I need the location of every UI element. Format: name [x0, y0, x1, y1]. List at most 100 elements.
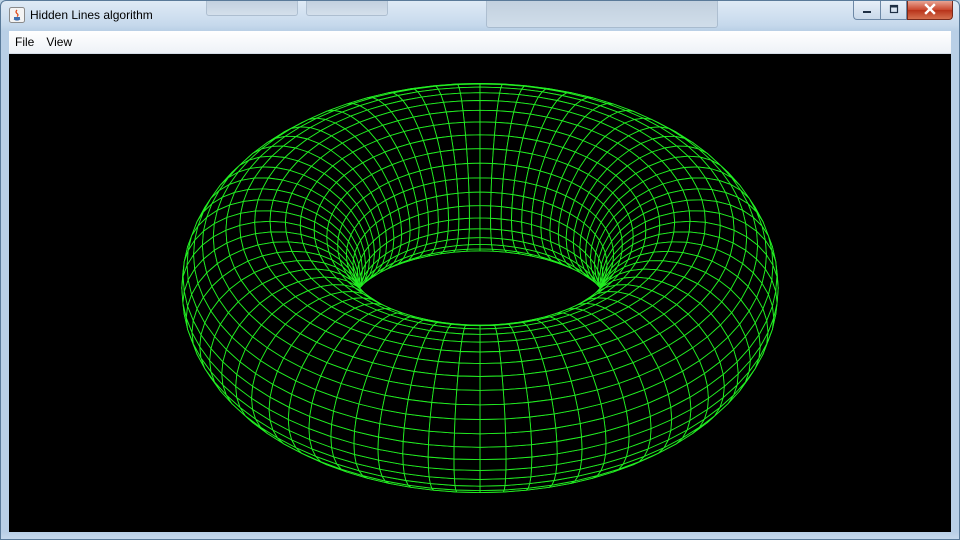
torus-face — [448, 121, 466, 137]
torus-face — [461, 333, 481, 343]
torus-face — [467, 162, 481, 179]
minimize-button[interactable] — [853, 1, 880, 20]
torus-face — [686, 199, 705, 212]
torus-face — [458, 86, 481, 94]
torus-face — [458, 351, 481, 365]
torus-face — [463, 121, 481, 136]
torus-face — [490, 177, 504, 194]
torus-face — [457, 228, 470, 240]
torus-face — [479, 446, 507, 461]
close-icon — [924, 3, 936, 17]
torus-face — [453, 469, 481, 480]
torus-face — [447, 206, 460, 221]
torus-face — [491, 163, 506, 180]
torus-face — [500, 361, 525, 377]
torus-face — [673, 220, 691, 233]
torus-face — [468, 205, 481, 219]
torus-face — [427, 444, 455, 460]
torus-face — [269, 220, 287, 233]
background-window-blur — [486, 1, 718, 28]
torus-face — [495, 110, 515, 124]
torus-face — [405, 399, 433, 418]
maximize-button[interactable] — [880, 1, 907, 20]
torus-face — [458, 217, 470, 231]
torus-face — [459, 92, 481, 102]
torus-face — [446, 192, 460, 209]
torus-face — [479, 134, 495, 150]
torus-face — [440, 339, 463, 352]
window-bottom-frame — [1, 532, 959, 539]
window-title: Hidden Lines algorithm — [30, 8, 153, 22]
torus-face — [429, 402, 457, 420]
torus-face — [468, 191, 481, 207]
torus-face — [479, 237, 493, 246]
torus-face — [479, 121, 497, 136]
maximize-icon — [889, 4, 899, 16]
torus-face — [458, 205, 470, 220]
background-window-blur — [306, 1, 388, 16]
torus-face — [501, 373, 527, 391]
menu-file[interactable]: File — [9, 31, 40, 53]
torus-face — [454, 478, 481, 487]
torus-face — [673, 210, 691, 223]
torus-face — [671, 231, 690, 243]
torus-face — [479, 469, 507, 480]
torus-face — [490, 217, 502, 231]
torus-face — [497, 339, 520, 352]
title-bar[interactable]: Hidden Lines algorithm — [1, 1, 959, 31]
torus-face — [479, 432, 507, 448]
torus-face — [479, 389, 505, 406]
menu-bar: File View — [9, 31, 951, 54]
torus-face — [479, 362, 503, 377]
torus-face — [457, 191, 470, 208]
torus-face — [479, 205, 492, 219]
torus-face — [505, 444, 533, 460]
torus-face — [453, 458, 481, 471]
torus-face — [479, 86, 502, 94]
application-window: Hidden Lines algorithm File View — [0, 0, 960, 540]
torus-face — [457, 362, 481, 377]
torus-face — [444, 178, 459, 195]
torus-face — [479, 403, 506, 420]
torus-face — [255, 199, 274, 212]
torus-face — [479, 109, 498, 123]
torus-face — [479, 217, 492, 230]
torus-face — [269, 210, 287, 223]
torus-face — [436, 194, 449, 211]
torus-face — [479, 177, 493, 193]
torus-face — [428, 416, 456, 434]
torus-face — [490, 228, 503, 240]
torus-face — [500, 192, 514, 209]
torus-face — [467, 237, 481, 246]
torus-face — [492, 134, 510, 151]
torus-face — [499, 349, 523, 364]
torus-face — [431, 387, 458, 405]
torus-face — [456, 375, 481, 391]
minimize-icon — [862, 4, 872, 16]
torus-face — [466, 148, 481, 164]
torus-face — [454, 163, 469, 180]
close-button[interactable] — [907, 1, 953, 20]
torus-face — [479, 148, 494, 164]
torus-face — [505, 430, 532, 448]
torus-face — [447, 218, 460, 232]
torus-face — [428, 430, 455, 448]
torus-face — [456, 177, 470, 194]
torus-face — [437, 349, 461, 364]
torus-face — [527, 399, 555, 418]
torus-face — [504, 416, 532, 434]
torus-face — [479, 162, 493, 179]
torus-face — [491, 148, 508, 165]
menu-view[interactable]: View — [40, 31, 78, 53]
torus-face — [501, 178, 516, 195]
torus-face — [479, 100, 499, 112]
torus-face — [479, 328, 498, 335]
render-canvas[interactable] — [9, 54, 951, 532]
torus-face — [433, 373, 459, 391]
torus-wireframe — [181, 82, 779, 494]
torus-face — [494, 121, 512, 137]
torus-face — [479, 92, 501, 102]
java-icon[interactable] — [9, 7, 25, 23]
torus-face — [270, 231, 289, 243]
background-window-blur — [206, 1, 298, 16]
